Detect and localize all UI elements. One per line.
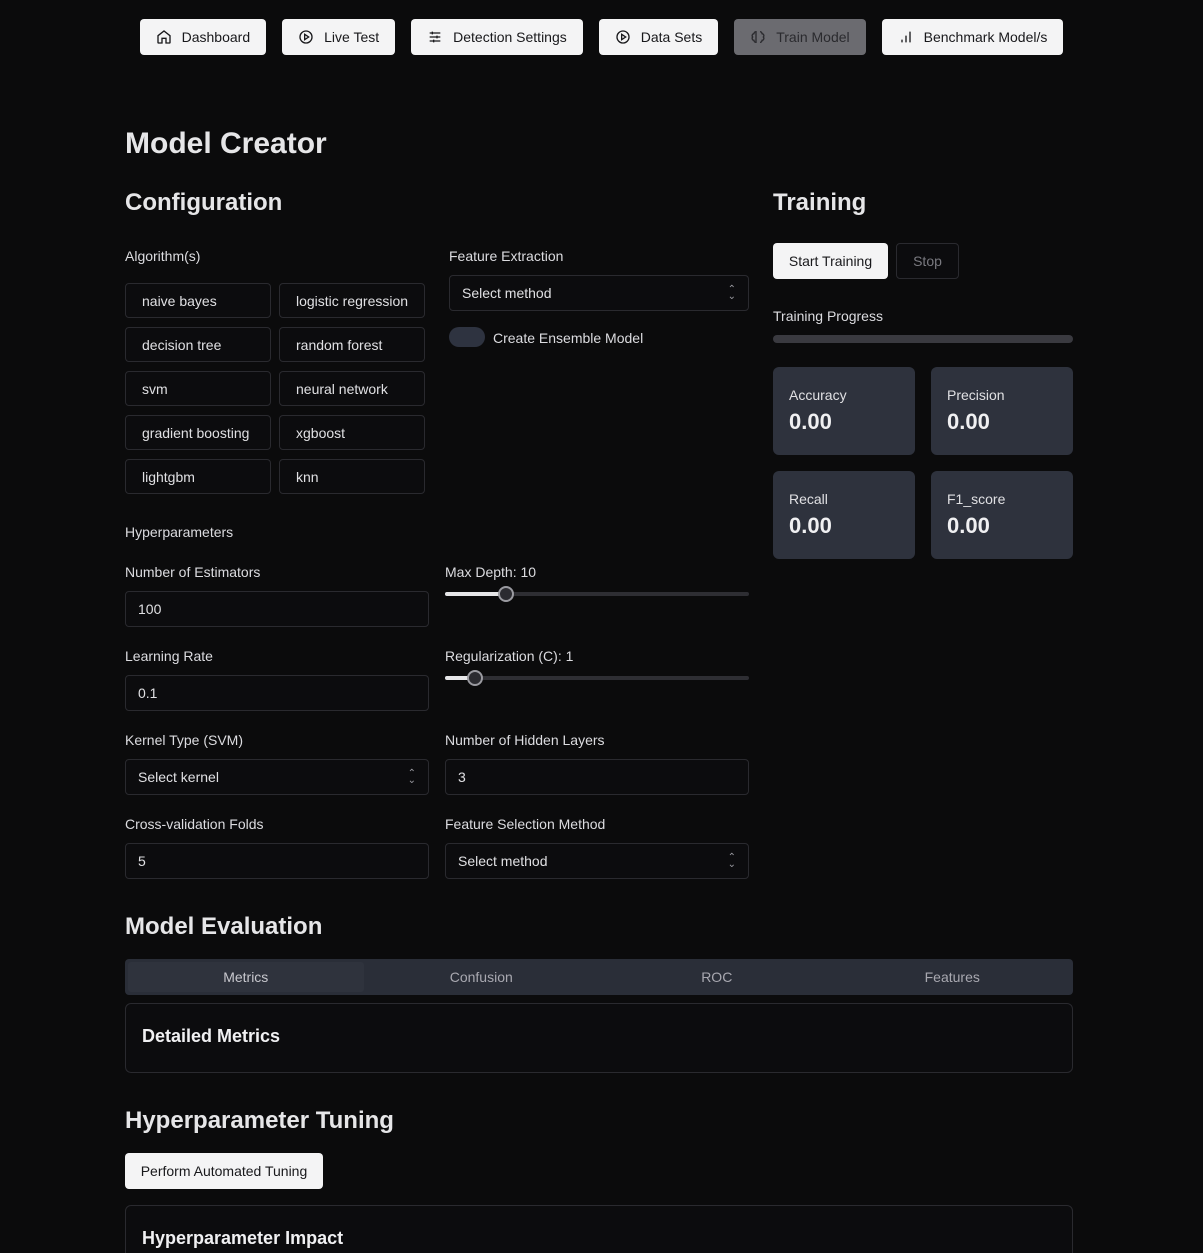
metric-label: F1_score (947, 491, 1006, 507)
ensemble-label: Create Ensemble Model (493, 330, 644, 346)
training-progress-bar (773, 335, 1073, 343)
algorithm-option[interactable]: xgboost (279, 415, 425, 450)
max-depth-thumb[interactable] (497, 586, 514, 602)
metric-label: Precision (947, 387, 1005, 403)
cv-folds-label: Cross-validation Folds (125, 816, 264, 832)
sliders-icon (429, 31, 441, 43)
precision-card: Precision 0.00 (931, 367, 1073, 455)
algorithm-option[interactable]: neural network (279, 371, 425, 406)
recall-card: Recall 0.00 (773, 471, 915, 559)
max-depth-fill (445, 592, 506, 596)
nav-data-sets-button[interactable]: Data Sets (598, 19, 719, 55)
algorithm-option[interactable]: naive bayes (125, 283, 271, 318)
start-training-button[interactable]: Start Training (773, 243, 888, 279)
nav-live-test-button[interactable]: Live Test (282, 19, 396, 55)
tab-features[interactable]: Features (835, 962, 1071, 992)
metric-value: 0.00 (947, 409, 990, 434)
regularization-slider[interactable] (445, 670, 749, 686)
training-progress-label: Training Progress (773, 308, 883, 324)
metric-value: 0.00 (789, 409, 832, 434)
bar-chart-icon (900, 31, 911, 43)
f1-score-card: F1_score 0.00 (931, 471, 1073, 559)
metric-label: Accuracy (789, 387, 847, 403)
algorithm-option[interactable]: random forest (279, 327, 425, 362)
training-heading: Training (773, 189, 867, 216)
estimators-input[interactable]: 100 (125, 591, 429, 627)
chevron-up-down-icon: ⌃ ⌄ (727, 284, 736, 302)
chevron-up-down-icon: ⌃ ⌄ (407, 768, 416, 786)
algorithm-option[interactable]: decision tree (125, 327, 271, 362)
kernel-select[interactable]: Select kernel ⌃ ⌄ (125, 759, 429, 795)
estimators-label: Number of Estimators (125, 564, 261, 580)
algorithm-option[interactable]: lightgbm (125, 459, 271, 494)
page-title: Model Creator (125, 127, 327, 160)
stop-button[interactable]: Stop (896, 243, 959, 279)
tab-metrics[interactable]: Metrics (128, 962, 364, 992)
evaluation-tabs: Metrics Confusion ROC Features (125, 959, 1073, 995)
home-icon (156, 30, 171, 44)
detailed-metrics-title: Detailed Metrics (142, 1026, 281, 1046)
tab-roc[interactable]: ROC (599, 962, 835, 992)
feature-selection-select[interactable]: Select method ⌃ ⌄ (445, 843, 749, 879)
metric-value: 0.00 (947, 513, 990, 538)
max-depth-slider[interactable] (445, 586, 749, 602)
brain-icon (751, 30, 765, 44)
algorithm-option[interactable]: knn (279, 459, 425, 494)
top-nav: Dashboard Live Test Detection Settings D… (0, 19, 1203, 55)
evaluation-heading: Model Evaluation (125, 913, 323, 940)
algorithms-label: Algorithm(s) (125, 248, 201, 264)
kernel-label: Kernel Type (SVM) (125, 732, 244, 748)
nav-train-model-button[interactable]: Train Model (734, 19, 866, 55)
accuracy-card: Accuracy 0.00 (773, 367, 915, 455)
play-circle-icon (616, 30, 630, 44)
configuration-heading: Configuration (125, 189, 283, 216)
tuning-heading: Hyperparameter Tuning (125, 1107, 394, 1134)
feature-extraction-label: Feature Extraction (449, 248, 564, 264)
feature-extraction-select[interactable]: Select method ⌃ ⌄ (449, 275, 749, 311)
ensemble-toggle[interactable] (449, 327, 485, 347)
cv-folds-input[interactable]: 5 (125, 843, 429, 879)
hyperparameter-impact-card: Hyperparameter Impact (125, 1205, 1073, 1253)
hidden-layers-label: Number of Hidden Layers (445, 732, 605, 748)
feature-selection-label: Feature Selection Method (445, 816, 606, 832)
nav-benchmark-button[interactable]: Benchmark Model/s (881, 19, 1064, 55)
tab-confusion[interactable]: Confusion (364, 962, 600, 992)
regularization-thumb[interactable] (467, 670, 484, 686)
regularization-label: Regularization (C): 1 (445, 648, 574, 664)
metric-label: Recall (789, 491, 828, 507)
max-depth-label: Max Depth: 10 (445, 564, 537, 580)
hyperparameter-impact-title: Hyperparameter Impact (142, 1228, 344, 1248)
algorithm-option[interactable]: gradient boosting (125, 415, 271, 450)
nav-detection-settings-button[interactable]: Detection Settings (411, 19, 583, 55)
play-circle-icon (299, 30, 313, 44)
chevron-up-down-icon: ⌃ ⌄ (727, 852, 736, 870)
detailed-metrics-card: Detailed Metrics (125, 1003, 1073, 1073)
algorithm-option[interactable]: svm (125, 371, 271, 406)
hyperparameters-label: Hyperparameters (125, 524, 234, 540)
nav-dashboard-button[interactable]: Dashboard (139, 19, 267, 55)
learning-rate-label: Learning Rate (125, 648, 213, 664)
algorithm-option[interactable]: logistic regression (279, 283, 425, 318)
metric-value: 0.00 (789, 513, 832, 538)
learning-rate-input[interactable]: 0.1 (125, 675, 429, 711)
automated-tuning-button[interactable]: Perform Automated Tuning (125, 1153, 323, 1189)
hidden-layers-input[interactable]: 3 (445, 759, 749, 795)
